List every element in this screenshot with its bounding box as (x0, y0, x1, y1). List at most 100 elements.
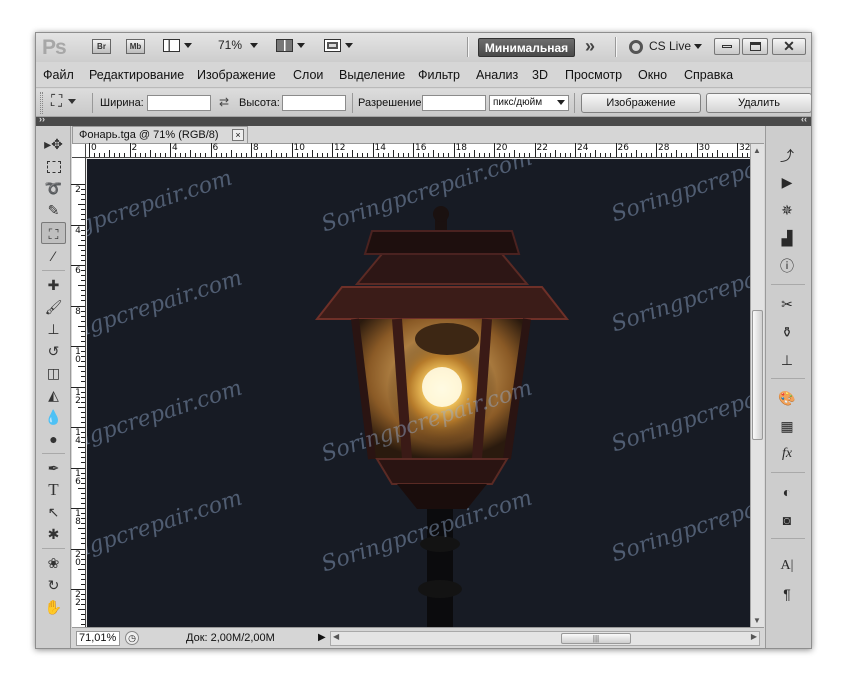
crop-tool-icon[interactable]: ⛶ (41, 222, 66, 244)
horizontal-ruler[interactable]: 0 2 4 6 8 10 12 14 16 18 20 22 24 26 28 30 32 (86, 143, 774, 158)
ruler-origin[interactable] (72, 144, 86, 158)
ruler-minor-tick (468, 153, 470, 157)
shape-tool-icon[interactable]: ✱ (41, 523, 66, 545)
blur-tool-icon[interactable]: 💧 (41, 406, 66, 428)
ruler-minor-tick (81, 573, 85, 575)
ruler-minor-tick (94, 153, 96, 157)
eraser-tool-icon[interactable]: ◫ (41, 362, 66, 384)
mini-bridge-button[interactable]: Mb (126, 39, 145, 54)
menu-3d[interactable]: 3D (532, 68, 548, 82)
close-window-button[interactable]: ✕ (772, 38, 806, 55)
ruler-minor-tick (256, 153, 258, 157)
clone-source-panel-icon[interactable]: ⊥ (776, 350, 798, 370)
histogram-panel-icon[interactable]: ▟ (776, 228, 798, 248)
bridge-button[interactable]: Br (92, 39, 111, 54)
crop-tool-preset-picker[interactable]: ⛶ (51, 93, 77, 111)
menu-window[interactable]: Окно (638, 68, 667, 82)
ruler-minor-tick (78, 406, 85, 408)
scroll-down-icon[interactable]: ▼ (753, 616, 761, 625)
close-document-icon[interactable]: × (232, 129, 244, 141)
vertical-scrollbar[interactable]: ▲ ▼ (750, 144, 764, 628)
actions-panel-icon[interactable]: ▶ (776, 172, 798, 192)
ruler-minor-tick (81, 543, 85, 545)
ruler-minor-tick (81, 518, 85, 520)
paint-bucket-tool-icon[interactable]: ◭ (41, 384, 66, 406)
maximize-button[interactable] (742, 38, 768, 55)
dodge-tool-icon[interactable]: ● (41, 428, 66, 450)
more-workspaces-button[interactable]: » (585, 36, 595, 57)
cs-live-menu[interactable]: CS Live (629, 39, 703, 54)
image-canvas[interactable]: Soringpcrepair.com Soringpcrepair.com So… (87, 159, 750, 628)
horizontal-scroll-thumb[interactable]: ||| (561, 633, 631, 644)
tool-presets-panel-icon[interactable]: ✂ (776, 294, 798, 314)
color-panel-icon[interactable]: 🎨 (776, 388, 798, 408)
vertical-scroll-thumb[interactable] (752, 310, 763, 440)
menu-image[interactable]: Изображение (197, 68, 276, 82)
resolution-units-select[interactable]: пикс/дюйм (489, 95, 569, 111)
lasso-tool-icon[interactable]: ➰ (41, 177, 66, 199)
spot-healing-tool-icon[interactable]: ✚ (41, 274, 66, 296)
menu-select[interactable]: Выделение (339, 68, 405, 82)
workspace-switcher-button[interactable]: Минимальная (478, 38, 575, 57)
ruler-minor-tick (357, 153, 359, 157)
menu-analysis[interactable]: Анализ (476, 68, 518, 82)
scroll-up-icon[interactable]: ▲ (753, 146, 761, 155)
ruler-minor-tick (235, 153, 237, 157)
quick-selection-tool-icon[interactable]: ✎ (41, 199, 66, 221)
resolution-input[interactable] (422, 95, 486, 111)
swap-dimensions-icon[interactable]: ⇄ (219, 95, 229, 109)
menu-file[interactable]: Файл (43, 68, 74, 82)
zoom-input[interactable]: 71,01% (76, 631, 120, 646)
view-extras-dropdown[interactable] (163, 38, 192, 53)
scroll-right-icon[interactable]: ▶ (751, 632, 757, 641)
path-selection-tool-icon[interactable]: ↖ (41, 501, 66, 523)
3d-rotate-tool-icon[interactable]: ❀ (41, 552, 66, 574)
masks-panel-icon[interactable]: ◙ (776, 510, 798, 530)
brush-tool-icon[interactable]: 🖌 (41, 296, 66, 318)
menu-edit[interactable]: Редактирование (89, 68, 184, 82)
move-tool-icon[interactable]: ▸✥ (41, 133, 66, 155)
3d-orbit-tool-icon[interactable]: ↻ (41, 574, 66, 596)
menu-filter[interactable]: Фильтр (418, 68, 460, 82)
info-panel-icon[interactable]: ⓘ (776, 256, 798, 276)
ruler-label: 8 (253, 143, 259, 153)
hand-tool-icon[interactable]: ✋ (41, 596, 66, 618)
front-image-button[interactable]: Изображение (581, 93, 701, 113)
marquee-tool-icon[interactable] (41, 155, 66, 177)
collapse-panels-icon[interactable]: ‹‹ (801, 114, 807, 124)
zoom-level-dropdown[interactable]: 71% (218, 38, 259, 52)
menu-help[interactable]: Справка (684, 68, 733, 82)
document-tab[interactable]: Фонарь.tga @ 71% (RGB/8) × (72, 126, 248, 143)
vertical-ruler[interactable]: 246810121416182022 (71, 158, 86, 628)
height-input[interactable] (282, 95, 346, 111)
clear-button[interactable]: Удалить (706, 93, 811, 113)
scroll-left-icon[interactable]: ◀ (333, 632, 339, 641)
expand-toolbox-icon[interactable]: ›› (39, 114, 45, 124)
status-menu-arrow-icon[interactable]: ▶ (318, 632, 326, 643)
swatches-panel-icon[interactable]: ▦ (776, 416, 798, 436)
minimize-button[interactable] (714, 38, 740, 55)
styles-panel-icon[interactable]: fx (776, 444, 798, 464)
screen-mode-dropdown[interactable] (324, 38, 353, 53)
pen-tool-icon[interactable]: ✒ (41, 457, 66, 479)
paragraph-panel-icon[interactable]: ¶ (776, 584, 798, 604)
options-grip[interactable] (40, 92, 43, 114)
ruler-minor-tick (640, 153, 642, 157)
character-panel-icon[interactable]: A| (776, 556, 798, 576)
menu-view[interactable]: Просмотр (565, 68, 622, 82)
separator (42, 453, 65, 454)
horizontal-scrollbar[interactable]: ◀ ||| ▶ (330, 631, 760, 646)
status-info-icon[interactable]: ◷ (125, 631, 139, 645)
history-brush-tool-icon[interactable]: ↺ (41, 340, 66, 362)
navigator-panel-icon[interactable]: ✵ (776, 200, 798, 220)
adjustments-panel-icon[interactable]: ◐ (776, 482, 798, 502)
width-input[interactable] (147, 95, 211, 111)
arrange-documents-dropdown[interactable] (276, 38, 305, 53)
ruler-minor-tick (81, 599, 85, 601)
eyedropper-tool-icon[interactable]: ⁄ (41, 245, 66, 267)
brush-presets-panel-icon[interactable]: ⚱ (776, 322, 798, 342)
history-panel-icon[interactable]: ⤴ (776, 146, 798, 166)
clone-stamp-tool-icon[interactable]: ⊥ (41, 318, 66, 340)
menu-layers[interactable]: Слои (293, 68, 323, 82)
type-tool-icon[interactable]: T (41, 479, 66, 501)
